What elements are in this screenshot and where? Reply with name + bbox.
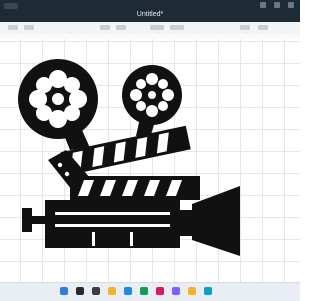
minimize-icon[interactable] (260, 2, 266, 8)
chat-icon[interactable] (156, 287, 164, 295)
camera-body (45, 200, 180, 248)
window-controls (260, 2, 294, 8)
maximize-icon[interactable] (274, 2, 280, 8)
tool-icon[interactable] (8, 25, 18, 30)
title-bar: Untitled* (0, 0, 300, 22)
window-title: Untitled* (136, 11, 164, 18)
design-canvas[interactable] (0, 39, 300, 282)
close-icon[interactable] (288, 2, 294, 8)
cricut-icon[interactable] (188, 287, 196, 295)
settings-icon[interactable] (204, 287, 212, 295)
app-icon[interactable] (172, 287, 180, 295)
movie-camera-graphic[interactable] (0, 39, 300, 282)
taskbar (0, 282, 300, 301)
tool-icon[interactable] (170, 25, 184, 30)
tool-icon[interactable] (100, 25, 110, 30)
tool-icon[interactable] (240, 25, 250, 30)
search-icon[interactable] (76, 287, 84, 295)
windows-start-icon[interactable] (60, 287, 68, 295)
film-reel-right (122, 65, 182, 125)
app-menu-icon[interactable] (4, 3, 18, 9)
tool-icon[interactable] (116, 25, 126, 30)
camera-handle (22, 208, 48, 232)
file-explorer-icon[interactable] (108, 287, 116, 295)
film-reel-left (18, 59, 98, 139)
tool-icon[interactable] (150, 25, 164, 30)
clapper-board-stripes (70, 176, 200, 200)
task-view-icon[interactable] (92, 287, 100, 295)
browser-icon[interactable] (124, 287, 132, 295)
tool-icon[interactable] (24, 25, 34, 30)
store-icon[interactable] (140, 287, 148, 295)
tool-icon[interactable] (258, 25, 268, 30)
